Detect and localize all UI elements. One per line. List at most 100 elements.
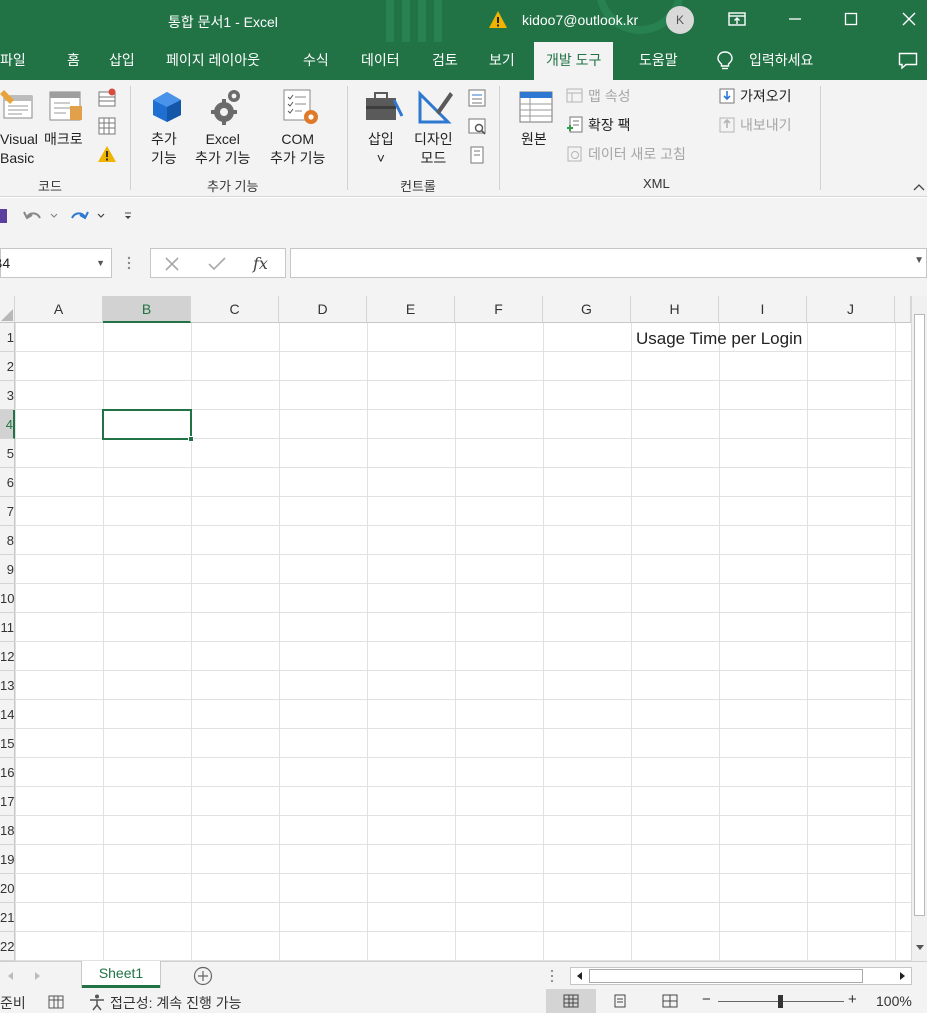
- sheet-tab-sheet1[interactable]: Sheet1: [82, 961, 160, 988]
- enter-check-icon[interactable]: [207, 255, 227, 273]
- row-header[interactable]: 19: [0, 845, 15, 874]
- close-button[interactable]: [894, 6, 924, 32]
- sheet-scroll-right-icon[interactable]: [34, 971, 42, 981]
- tab-file[interactable]: 파일: [0, 42, 26, 80]
- maximize-button[interactable]: [836, 6, 866, 32]
- fill-handle[interactable]: [188, 436, 194, 442]
- addins-button[interactable]: 추가 기능: [151, 130, 177, 168]
- tab-page-layout[interactable]: 페이지 레이아웃: [166, 42, 260, 80]
- view-code-icon[interactable]: [467, 117, 487, 137]
- row-header[interactable]: 2: [0, 352, 15, 381]
- tab-home[interactable]: 홈: [67, 42, 80, 80]
- vertical-scroll-thumb[interactable]: [914, 314, 925, 916]
- vertical-scrollbar[interactable]: [911, 296, 927, 961]
- save-icon[interactable]: [0, 208, 8, 224]
- row-header[interactable]: 7: [0, 497, 15, 526]
- warning-icon[interactable]: [488, 10, 508, 30]
- tell-me-search[interactable]: 입력하세요: [749, 42, 813, 78]
- macro-security-icon[interactable]: [97, 144, 117, 164]
- macro-button[interactable]: 매크로: [44, 130, 83, 149]
- row-header[interactable]: 12: [0, 642, 15, 671]
- run-dialog-icon[interactable]: [467, 145, 487, 165]
- visual-basic-button[interactable]: Visual Basic: [0, 130, 38, 168]
- tab-split-grip-icon[interactable]: [549, 969, 555, 983]
- new-sheet-plus-icon[interactable]: [193, 966, 213, 986]
- column-header-k[interactable]: [895, 296, 911, 323]
- column-header-d[interactable]: D: [279, 296, 367, 323]
- formula-input[interactable]: ▼: [290, 248, 927, 278]
- select-all-corner[interactable]: [0, 296, 15, 323]
- row-header[interactable]: 21: [0, 903, 15, 932]
- insert-controls-button[interactable]: 삽입 ˅: [368, 130, 394, 168]
- record-macro-icon[interactable]: [97, 88, 117, 108]
- column-header-h[interactable]: H: [631, 296, 719, 323]
- zoom-level[interactable]: 100%: [876, 993, 912, 1009]
- refresh-data-button[interactable]: 데이터 새로 고침: [566, 145, 686, 164]
- row-header[interactable]: 8: [0, 526, 15, 555]
- xml-source-button[interactable]: 원본: [521, 130, 547, 149]
- zoom-slider-handle[interactable]: [778, 995, 783, 1008]
- column-header-g[interactable]: G: [543, 296, 631, 323]
- row-header[interactable]: 9: [0, 555, 15, 584]
- ribbon-display-options-button[interactable]: [722, 6, 752, 32]
- design-mode-button[interactable]: 디자인 모드: [414, 130, 453, 168]
- active-cell-b4[interactable]: [102, 409, 194, 442]
- collapse-ribbon-icon[interactable]: [913, 182, 925, 192]
- page-layout-view-icon[interactable]: [612, 994, 628, 1008]
- name-box-dropdown-icon[interactable]: ▼: [96, 249, 105, 277]
- normal-view-button[interactable]: [546, 989, 596, 1013]
- insert-function-fx-icon[interactable]: fx: [251, 253, 273, 275]
- row-header[interactable]: 13: [0, 671, 15, 700]
- row-header[interactable]: 1: [0, 323, 15, 352]
- lightbulb-icon[interactable]: [716, 51, 734, 71]
- cell-h1[interactable]: Usage Time per Login: [636, 329, 802, 349]
- customize-qat-icon[interactable]: [123, 211, 133, 221]
- cancel-icon[interactable]: [163, 255, 181, 273]
- row-header[interactable]: 18: [0, 816, 15, 845]
- column-header-j[interactable]: J: [807, 296, 895, 323]
- name-box[interactable]: B4 ▼: [0, 248, 112, 278]
- row-header[interactable]: 5: [0, 439, 15, 468]
- com-addins-button[interactable]: COM 추가 기능: [270, 130, 325, 168]
- minimize-button[interactable]: [780, 6, 810, 32]
- scroll-right-icon[interactable]: [899, 971, 907, 981]
- tab-data[interactable]: 데이터: [361, 42, 400, 80]
- sheet-scroll-left-icon[interactable]: [6, 971, 14, 981]
- account-name[interactable]: kidoo7@outlook.kr: [522, 12, 638, 28]
- relative-reference-icon[interactable]: [97, 116, 117, 136]
- row-header[interactable]: 22: [0, 932, 15, 961]
- tab-developer[interactable]: 개발 도구: [534, 42, 614, 80]
- map-properties-button[interactable]: 맵 속성: [566, 87, 631, 106]
- undo-icon[interactable]: [22, 208, 44, 226]
- xml-export-button[interactable]: 내보내기: [718, 116, 792, 135]
- formula-bar-grip-icon[interactable]: [126, 256, 132, 270]
- row-header[interactable]: 15: [0, 729, 15, 758]
- row-header[interactable]: 3: [0, 381, 15, 410]
- column-header-a[interactable]: A: [15, 296, 103, 323]
- avatar[interactable]: K: [666, 6, 694, 34]
- zoom-out-button[interactable]: −: [702, 991, 711, 1008]
- row-header-selected[interactable]: 4: [0, 410, 15, 439]
- expand-formula-bar-icon[interactable]: ▼: [914, 255, 924, 266]
- column-header-c[interactable]: C: [191, 296, 279, 323]
- tab-insert[interactable]: 삽입: [109, 42, 135, 80]
- row-header[interactable]: 14: [0, 700, 15, 729]
- xml-import-button[interactable]: 가져오기: [718, 87, 792, 106]
- row-header[interactable]: 17: [0, 787, 15, 816]
- redo-dropdown-icon[interactable]: [96, 212, 106, 220]
- column-header-b[interactable]: B: [103, 296, 191, 323]
- excel-addins-button[interactable]: Excel 추가 기능: [195, 130, 250, 168]
- page-break-view-icon[interactable]: [662, 994, 678, 1008]
- column-header-f[interactable]: F: [455, 296, 543, 323]
- row-header[interactable]: 10: [0, 584, 15, 613]
- undo-dropdown-icon[interactable]: [49, 212, 59, 220]
- horizontal-scrollbar[interactable]: [570, 967, 912, 985]
- expansion-packs-button[interactable]: 확장 팩: [566, 116, 631, 135]
- column-header-i[interactable]: I: [719, 296, 807, 323]
- accessibility-status[interactable]: 접근성: 계속 진행 가능: [110, 993, 241, 1013]
- row-header[interactable]: 20: [0, 874, 15, 903]
- accessibility-icon[interactable]: [88, 993, 106, 1011]
- comment-icon[interactable]: [898, 52, 918, 70]
- row-header[interactable]: 11: [0, 613, 15, 642]
- tab-review[interactable]: 검토: [432, 42, 458, 80]
